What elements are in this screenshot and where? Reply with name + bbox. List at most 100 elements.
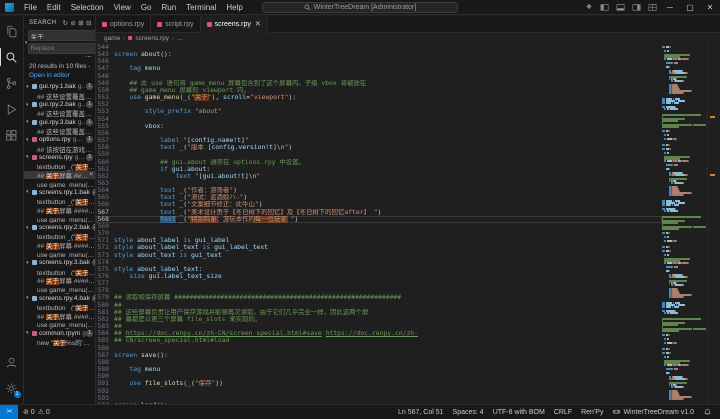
breadcrumb-file[interactable]: screens.rpy	[135, 35, 169, 42]
search-result-match-row[interactable]: textbutton _("关于") action ...	[24, 162, 95, 171]
code-line[interactable]: 561 if gui.about:	[96, 166, 662, 173]
code-line[interactable]: 568 text _("特别鸣谢：游玩本作的每一位玩家 ")	[96, 216, 662, 223]
menu-item-run[interactable]: Run	[156, 3, 181, 12]
code-line[interactable]: 548	[96, 73, 662, 80]
search-result-match-row[interactable]: use game_menu(_("关于"), s...	[24, 250, 95, 259]
minimap[interactable]	[662, 44, 707, 404]
code-line[interactable]: 566 text _("文案细节修正：此牛山")	[96, 201, 662, 208]
code-line[interactable]: 557 label "[config.name!t]"	[96, 137, 662, 144]
remote-indicator[interactable]: ><	[0, 405, 18, 419]
menu-item-file[interactable]: File	[19, 3, 42, 12]
code-line[interactable]: 550 ## game_menu 屏幕的 viewport 内。	[96, 87, 662, 94]
code-line[interactable]: 556	[96, 130, 662, 137]
code-line[interactable]: 593	[96, 395, 662, 402]
customize-layout-icon[interactable]	[644, 0, 660, 14]
code-line[interactable]: 558 text _("版本 [config.version!t]\n")	[96, 144, 662, 151]
code-line[interactable]: 559	[96, 151, 662, 158]
search-result-match-row[interactable]: ## 这些设置覆盖了不同类...	[24, 91, 95, 100]
search-result-match-row[interactable]: textbutton _("关于") action ...	[24, 267, 95, 276]
code-line[interactable]: 586	[96, 345, 662, 352]
tab-script-rpy[interactable]: script.rpy	[151, 16, 200, 32]
maximize-button[interactable]: ▢	[680, 0, 700, 14]
search-result-match-row[interactable]: use game_menu(_("关于"), s...	[24, 320, 95, 329]
search-icon[interactable]	[0, 44, 24, 70]
breadcrumb-symbol[interactable]: ...	[177, 35, 182, 42]
code-line[interactable]: 547 tag menu	[96, 65, 662, 72]
code-line[interactable]: 576 size gui.label_text_size	[96, 273, 662, 280]
code-line[interactable]: 590	[96, 373, 662, 380]
code-line[interactable]: 591 use file_slots(_("保存"))	[96, 380, 662, 387]
code-line[interactable]: 589 tag menu	[96, 366, 662, 373]
tab-screens-rpy[interactable]: screens.rpy✕	[201, 16, 268, 33]
search-result-match-row[interactable]: ## 关于屏幕 ############ 显×	[24, 171, 95, 180]
search-result-file-row[interactable]: ▾gui.rpy.2.bakgame1	[24, 100, 95, 109]
code-editor[interactable]: 544545screen about():546547 tag menu5485…	[96, 44, 662, 404]
search-result-match-row[interactable]: ## 关于屏幕 ##############	[24, 311, 95, 320]
search-result-file-row[interactable]: ▾gui.rpy.3.bakgame1	[24, 118, 95, 127]
search-result-file-row[interactable]: ▾screens.rpy.1.bakga...3	[24, 188, 95, 197]
code-line[interactable]: 577	[96, 280, 662, 287]
code-line[interactable]: 587screen save():	[96, 352, 662, 359]
errors-indicator[interactable]: ⊘ 0	[23, 408, 35, 416]
toggle-sidebar-icon[interactable]	[596, 0, 612, 14]
minimize-button[interactable]: ─	[660, 0, 680, 14]
code-line[interactable]: 592	[96, 388, 662, 395]
code-line[interactable]: 574	[96, 259, 662, 266]
code-line[interactable]: 565 text _("测试：蓝酒娘ハ☆")	[96, 194, 662, 201]
code-line[interactable]: 572style about_label_text is gui_label_t…	[96, 244, 662, 251]
search-result-match-row[interactable]: ## 关于屏幕 ##############	[24, 241, 95, 250]
menu-item-help[interactable]: Help	[221, 3, 247, 12]
status-notifications[interactable]	[703, 407, 712, 418]
status-eol[interactable]: CRLF	[554, 409, 572, 416]
code-line[interactable]: 582## 幕都是以第三个屏幕 file_slots 来实现的。	[96, 316, 662, 323]
tab-options-rpy[interactable]: options.rpy	[96, 16, 151, 32]
status-language-mode[interactable]: Ren'Py	[581, 409, 603, 416]
account-icon[interactable]	[0, 349, 24, 375]
search-result-match-row[interactable]: ## 关于屏幕 ##############	[24, 206, 95, 215]
code-line[interactable]: 555 vbox:	[96, 123, 662, 130]
menu-item-edit[interactable]: Edit	[42, 3, 66, 12]
search-result-match-row[interactable]: use game_menu(_("关于"), s...	[24, 285, 95, 294]
source-control-icon[interactable]	[0, 70, 24, 96]
code-line[interactable]: 583##	[96, 323, 662, 330]
code-line[interactable]: 584## https://doc.renpy.cn/zh-CN/screen_…	[96, 330, 662, 337]
refresh-icon[interactable]: ↻	[63, 19, 69, 27]
search-result-match-row[interactable]: use game_menu(_("关于"), s...	[24, 214, 95, 223]
code-line[interactable]: 573style about_text is gui_text	[96, 252, 662, 259]
search-result-file-row[interactable]: ▾options.rpygame1	[24, 135, 95, 144]
run-debug-icon[interactable]	[0, 96, 24, 122]
code-line[interactable]: 549 ## 此 use 语句将 game_menu 屏幕包含到了这个屏幕内。子…	[96, 80, 662, 87]
open-in-editor-icon[interactable]: ⊞	[78, 19, 84, 27]
search-result-file-row[interactable]: ▾common.rpymgam...1	[24, 329, 95, 338]
overview-ruler[interactable]	[707, 44, 720, 404]
replace-input[interactable]	[29, 45, 96, 52]
search-result-file-row[interactable]: ▾gui.rpy.1.bakgame1	[24, 83, 95, 92]
search-result-file-row[interactable]: ▾screens.rpy.3.bakga...3	[24, 258, 95, 267]
collapse-all-icon[interactable]: ⊟	[86, 19, 92, 27]
code-line[interactable]: 580##	[96, 302, 662, 309]
code-line[interactable]: 560 ## gui.about 通常在 options.rpy 中设置。	[96, 159, 662, 166]
search-result-match-row[interactable]: ## 该按钮在游戏内 '关于' 屏幕。	[24, 144, 95, 153]
search-result-match-row[interactable]: ## 关于屏幕 ##############	[24, 276, 95, 285]
code-line[interactable]: 562 text "[gui.about!t]\n"	[96, 173, 662, 180]
clear-results-icon[interactable]: ⊘	[70, 19, 76, 27]
code-line[interactable]: 564 text _("作者：游荡者")	[96, 187, 662, 194]
close-tab-icon[interactable]: ✕	[255, 20, 261, 28]
code-line[interactable]: 570	[96, 230, 662, 237]
code-line[interactable]: 569	[96, 223, 662, 230]
copilot-icon[interactable]: ❖	[582, 3, 596, 11]
search-result-match-row[interactable]: use game_menu(_("关于"), s...	[24, 179, 95, 188]
code-line[interactable]: 571style about_label is gui_label	[96, 237, 662, 244]
explorer-icon[interactable]	[0, 18, 24, 44]
code-line[interactable]: 553 style_prefix "about"	[96, 108, 662, 115]
status-renpy-project[interactable]: WinterTreeDream v1.0	[612, 407, 694, 418]
code-line[interactable]: 563	[96, 180, 662, 187]
search-result-match-row[interactable]: ## 这些设置覆盖了不同类...	[24, 109, 95, 118]
search-input[interactable]	[29, 32, 96, 39]
menu-item-view[interactable]: View	[109, 3, 136, 12]
search-result-file-row[interactable]: ▾screens.rpy.4.bakga...3	[24, 294, 95, 303]
settings-icon[interactable]: 1	[0, 375, 24, 401]
code-line[interactable]: 554	[96, 116, 662, 123]
menu-item-go[interactable]: Go	[136, 3, 157, 12]
extensions-icon[interactable]	[0, 122, 24, 148]
